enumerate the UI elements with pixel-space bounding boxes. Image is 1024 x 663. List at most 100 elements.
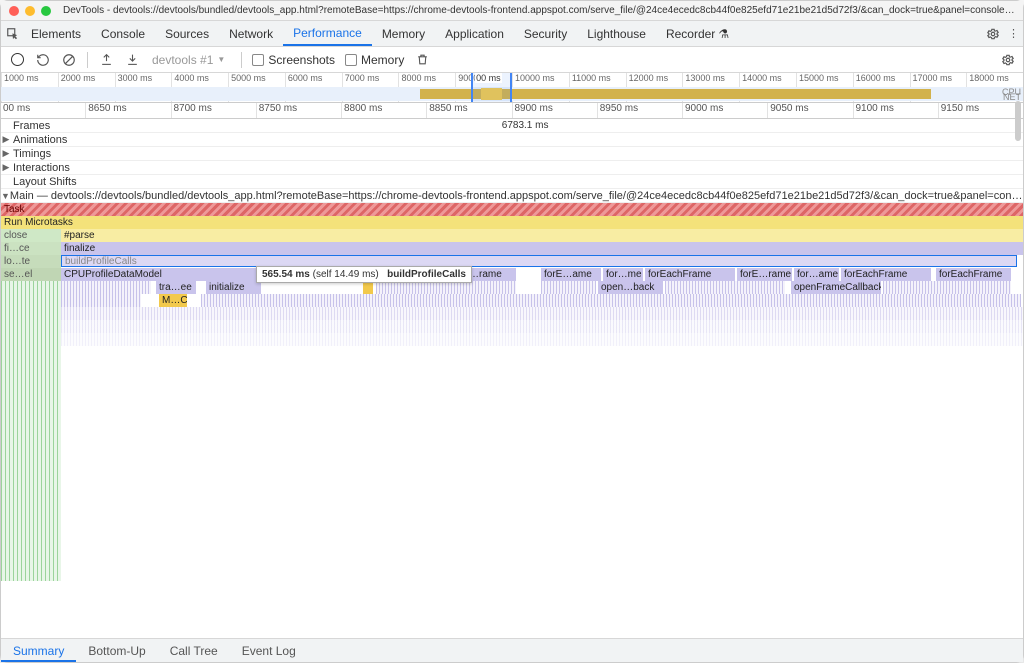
track-main-label: Main — devtools://devtools/bundled/devto… bbox=[10, 190, 1023, 202]
overview-timeline[interactable]: 1000 ms 2000 ms 3000 ms 4000 ms 5000 ms … bbox=[1, 73, 1023, 103]
track-interactions[interactable]: ▶ Interactions bbox=[1, 161, 1023, 175]
flame-bar-foreame[interactable]: forE…ame bbox=[541, 268, 601, 281]
flame-bar-traee[interactable]: tra…ee bbox=[156, 281, 196, 294]
flame-bar-task[interactable]: Task bbox=[1, 203, 1023, 216]
ruler-tick: 9150 ms bbox=[938, 103, 1023, 118]
flame-bar-finalize[interactable]: finalize bbox=[61, 242, 1023, 255]
track-label: Frames bbox=[11, 120, 50, 132]
tab-application[interactable]: Application bbox=[435, 21, 514, 46]
tab-recorder[interactable]: Recorder ⚗ bbox=[656, 21, 739, 46]
flame-bar-forme[interactable]: for…me bbox=[603, 268, 643, 281]
minimize-window-button[interactable] bbox=[25, 6, 35, 16]
separator bbox=[87, 52, 88, 68]
download-profile-button[interactable] bbox=[124, 52, 140, 68]
ruler-tick: 8750 ms bbox=[256, 103, 341, 118]
session-dropdown[interactable]: devtools #1 bbox=[150, 52, 231, 68]
ruler-tick: 00 ms bbox=[1, 103, 85, 118]
track-timings[interactable]: ▶ Timings bbox=[1, 147, 1023, 161]
tab-network[interactable]: Network bbox=[219, 21, 283, 46]
event-log-tab[interactable]: Event Log bbox=[230, 639, 308, 662]
tab-sources[interactable]: Sources bbox=[155, 21, 219, 46]
overview-selection[interactable]: 00 ms bbox=[471, 73, 512, 102]
flame-bar-foreachframe[interactable]: forEachFrame bbox=[645, 268, 735, 281]
clear-button[interactable] bbox=[61, 52, 77, 68]
track-main[interactable]: ▼ Main — devtools://devtools/bundled/dev… bbox=[1, 189, 1023, 203]
flame-bar-forame[interactable]: for…ame bbox=[794, 268, 839, 281]
flame-depth-row bbox=[61, 320, 1023, 333]
flame-bar[interactable] bbox=[665, 281, 785, 294]
vertical-scrollbar[interactable] bbox=[1015, 101, 1021, 141]
flame-bar[interactable] bbox=[201, 294, 1021, 307]
ruler-tick: 8700 ms bbox=[171, 103, 256, 118]
track-label: Timings bbox=[11, 148, 51, 160]
flame-bar-buildprofilecalls-selected[interactable]: buildProfileCalls bbox=[61, 255, 1017, 267]
flame-bar-openframecallback[interactable]: openFrameCallback bbox=[791, 281, 881, 294]
bottom-up-tab[interactable]: Bottom-Up bbox=[76, 639, 157, 662]
ruler-tick: 8650 ms bbox=[85, 103, 170, 118]
call-tree-tab[interactable]: Call Tree bbox=[158, 639, 230, 662]
flask-icon: ⚗ bbox=[718, 27, 729, 41]
flame-tooltip: 565.54 ms (self 14.49 ms) buildProfileCa… bbox=[256, 266, 472, 283]
summary-tab[interactable]: Summary bbox=[1, 639, 76, 662]
flame-bar-parse[interactable]: #parse bbox=[61, 229, 1023, 242]
close-window-button[interactable] bbox=[9, 6, 19, 16]
selection-start-label: 00 ms bbox=[475, 73, 502, 83]
track-layout-shifts[interactable]: Layout Shifts bbox=[1, 175, 1023, 189]
tab-lighthouse[interactable]: Lighthouse bbox=[577, 21, 656, 46]
zoom-window-button[interactable] bbox=[41, 6, 51, 16]
window-titlebar: DevTools - devtools://devtools/bundled/d… bbox=[1, 1, 1023, 21]
ruler-tick: 8900 ms bbox=[512, 103, 597, 118]
ruler-tick: 9100 ms bbox=[853, 103, 938, 118]
capture-settings-gear-icon[interactable] bbox=[1001, 53, 1015, 67]
expand-icon[interactable]: ▶ bbox=[1, 148, 11, 159]
collapse-icon[interactable]: ▼ bbox=[1, 191, 10, 201]
flame-bar-rame[interactable]: …rame bbox=[466, 268, 516, 281]
tooltip-name: buildProfileCalls bbox=[387, 269, 466, 280]
tab-performance[interactable]: Performance bbox=[283, 21, 372, 46]
flame-chart[interactable]: close fi…ce lo…te se…el Task Run Microta… bbox=[1, 203, 1023, 563]
tab-elements[interactable]: Elements bbox=[21, 21, 91, 46]
gc-button[interactable] bbox=[414, 52, 430, 68]
checkbox-icon bbox=[252, 54, 264, 66]
flame-bar-foreachframe3[interactable]: forEachFrame bbox=[936, 268, 1011, 281]
reload-record-button[interactable] bbox=[35, 52, 51, 68]
more-icon[interactable]: ⋮ bbox=[1008, 27, 1019, 40]
memory-label: Memory bbox=[361, 53, 404, 67]
settings-gear-icon[interactable] bbox=[986, 27, 1000, 41]
ruler-tick: 9050 ms bbox=[767, 103, 852, 118]
flame-bar-mc[interactable]: M…C bbox=[159, 294, 187, 307]
upload-profile-button[interactable] bbox=[98, 52, 114, 68]
flame-bar[interactable] bbox=[883, 281, 1011, 294]
window-title: DevTools - devtools://devtools/bundled/d… bbox=[63, 5, 1015, 16]
tab-console[interactable]: Console bbox=[91, 21, 155, 46]
flame-bar-forerame[interactable]: forE…rame bbox=[737, 268, 792, 281]
track-list: Frames 6783.1 ms ▶ Animations ▶ Timings … bbox=[1, 119, 1023, 203]
devtools-tab-strip: Elements Console Sources Network Perform… bbox=[1, 21, 1023, 47]
memory-checkbox[interactable]: Memory bbox=[345, 53, 404, 67]
flame-depth-row bbox=[61, 333, 1023, 346]
inspect-icon[interactable] bbox=[5, 27, 21, 41]
flame-bar-openback[interactable]: open…back bbox=[598, 281, 663, 294]
expand-icon[interactable]: ▶ bbox=[1, 134, 11, 145]
expand-icon[interactable]: ▶ bbox=[1, 162, 11, 173]
ruler-tick: 8800 ms bbox=[341, 103, 426, 118]
track-frames[interactable]: Frames 6783.1 ms bbox=[1, 119, 1023, 133]
tab-memory[interactable]: Memory bbox=[372, 21, 435, 46]
ruler-tick: 8950 ms bbox=[597, 103, 682, 118]
sidecol-hatch bbox=[1, 281, 61, 581]
flame-detail-tabs: Summary Bottom-Up Call Tree Event Log bbox=[1, 638, 1023, 662]
flame-bar-initialize[interactable]: initialize bbox=[206, 281, 261, 294]
track-animations[interactable]: ▶ Animations bbox=[1, 133, 1023, 147]
flame-bar[interactable] bbox=[61, 294, 141, 307]
flame-bar[interactable] bbox=[61, 281, 151, 294]
record-button[interactable] bbox=[9, 52, 25, 68]
detail-ruler[interactable]: 00 ms 8650 ms 8700 ms 8750 ms 8800 ms 88… bbox=[1, 103, 1023, 119]
screenshots-checkbox[interactable]: Screenshots bbox=[252, 53, 335, 67]
tooltip-total: 565.54 ms bbox=[262, 269, 310, 280]
tab-security[interactable]: Security bbox=[514, 21, 577, 46]
flame-bar-foreachframe2[interactable]: forEachFrame bbox=[841, 268, 931, 281]
track-label: Interactions bbox=[11, 162, 70, 174]
flame-bar[interactable] bbox=[541, 281, 596, 294]
flame-bar-microtasks[interactable]: Run Microtasks bbox=[1, 216, 1023, 229]
session-label: devtools #1 bbox=[152, 53, 213, 67]
